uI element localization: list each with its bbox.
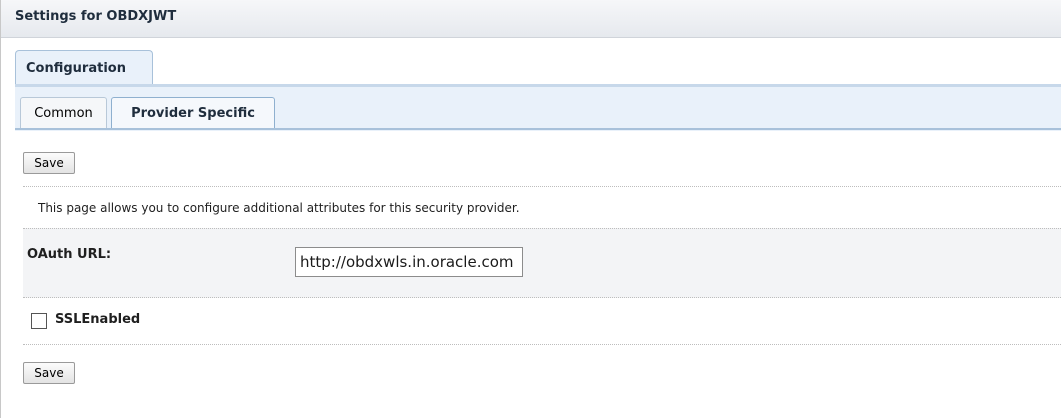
ssl-enabled-checkbox[interactable] bbox=[31, 313, 47, 329]
save-button-top[interactable]: Save bbox=[23, 152, 75, 174]
settings-page: Settings for OBDXJWT Configuration Commo… bbox=[0, 0, 1061, 418]
sub-tab-strip: Common Provider Specific bbox=[15, 87, 1061, 131]
oauth-url-label: OAuth URL: bbox=[27, 247, 112, 262]
tab-provider-specific[interactable]: Provider Specific bbox=[111, 97, 275, 129]
settings-header: Settings for OBDXJWT bbox=[1, 0, 1061, 38]
tab-common-label: Common bbox=[34, 106, 93, 121]
ssl-enabled-label[interactable]: SSLEnabled bbox=[55, 312, 140, 327]
divider bbox=[23, 344, 1061, 345]
main-tab-strip: Configuration bbox=[1, 38, 1061, 87]
page-title: Settings for OBDXJWT bbox=[15, 9, 177, 24]
sub-tab-underline bbox=[15, 128, 1061, 130]
tab-common[interactable]: Common bbox=[20, 97, 107, 129]
save-button-bottom[interactable]: Save bbox=[23, 362, 75, 384]
tab-provider-specific-label: Provider Specific bbox=[131, 106, 255, 121]
divider bbox=[23, 186, 1061, 187]
tab-configuration-label: Configuration bbox=[26, 61, 126, 76]
oauth-url-input[interactable] bbox=[295, 247, 523, 277]
tab-configuration[interactable]: Configuration bbox=[15, 50, 153, 86]
oauth-url-row: OAuth URL: bbox=[23, 228, 1061, 298]
info-text: This page allows you to configure additi… bbox=[38, 201, 520, 215]
